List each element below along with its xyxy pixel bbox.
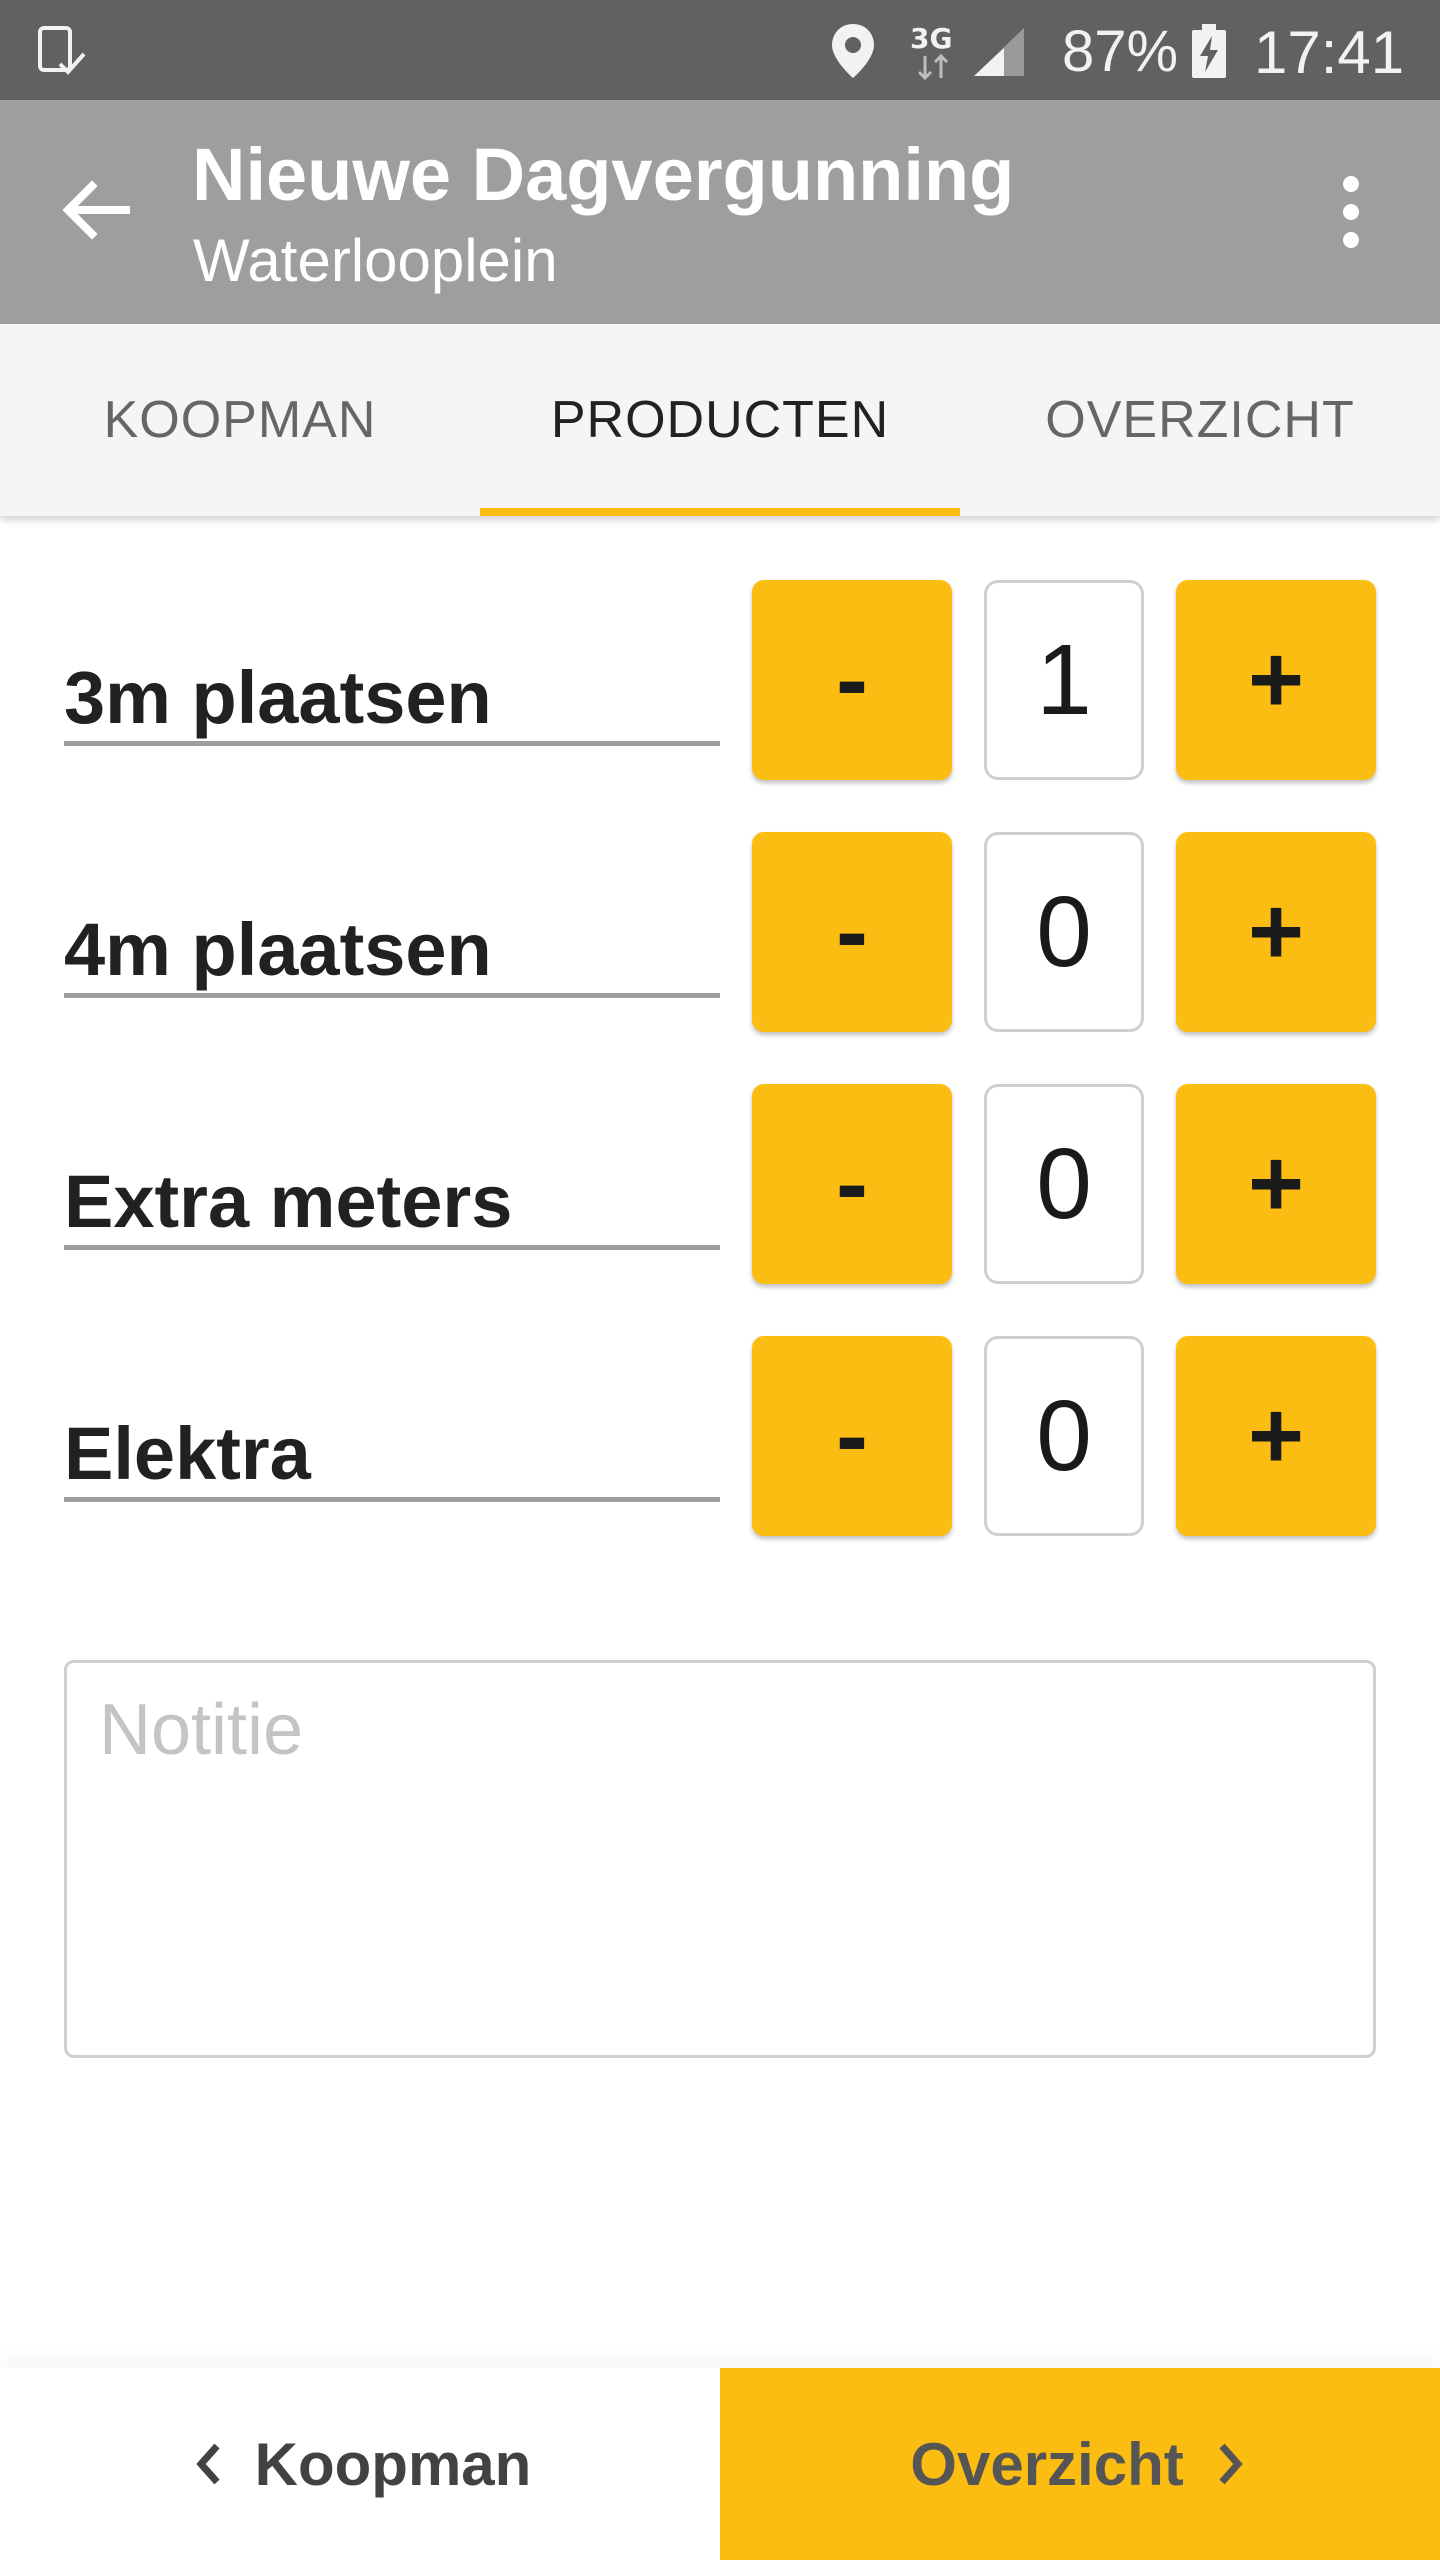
more-vert-icon[interactable]	[1326, 172, 1376, 252]
active-tab-indicator	[480, 508, 960, 516]
increment-button[interactable]: +	[1176, 1336, 1376, 1536]
quantity-field[interactable]: 0	[984, 1336, 1144, 1536]
app-bar: Nieuwe Dagvergunning Waterlooplein	[0, 100, 1440, 324]
status-bar: 3G 87% 17:41	[0, 0, 1440, 100]
increment-button[interactable]: +	[1176, 832, 1376, 1032]
location-icon	[832, 24, 874, 78]
tab-overzicht[interactable]: OVERZICHT	[960, 324, 1440, 516]
signal-icon	[974, 28, 1024, 76]
page-subtitle: Waterlooplein	[193, 227, 558, 294]
tab-koopman[interactable]: KOOPMAN	[0, 324, 480, 516]
screenshot-icon	[38, 26, 86, 75]
decrement-button[interactable]: -	[752, 832, 952, 1032]
product-row-4m-plaatsen: 4m plaatsen - 0 +	[0, 832, 1440, 1032]
quantity-field[interactable]: 0	[984, 1084, 1144, 1284]
bottom-navigation: Koopman Overzicht	[0, 2368, 1440, 2560]
page-title: Nieuwe Dagvergunning	[192, 133, 1015, 216]
clock: 17:41	[1254, 19, 1405, 86]
quantity-field[interactable]: 1	[984, 580, 1144, 780]
chevron-left-icon	[195, 2443, 220, 2485]
note-field[interactable]	[64, 1660, 1376, 2058]
decrement-button[interactable]: -	[752, 1336, 952, 1536]
product-label: Extra meters	[64, 1154, 720, 1250]
next-button-label: Overzicht	[910, 2430, 1184, 2498]
note-input[interactable]	[67, 1663, 1373, 2055]
data-arrows-icon	[917, 54, 949, 80]
product-label: Elektra	[64, 1406, 720, 1502]
next-button[interactable]: Overzicht	[720, 2368, 1440, 2560]
quantity-field[interactable]: 0	[984, 832, 1144, 1032]
battery-percentage: 87%	[1062, 19, 1179, 84]
tab-producten[interactable]: PRODUCTEN	[480, 324, 960, 516]
previous-button[interactable]: Koopman	[0, 2368, 720, 2560]
arrow-left-icon[interactable]	[56, 170, 136, 250]
battery-charging-icon	[1192, 24, 1226, 78]
chevron-right-icon	[1219, 2443, 1243, 2485]
product-row-extra-meters: Extra meters - 0 +	[0, 1084, 1440, 1284]
product-label: 4m plaatsen	[64, 902, 720, 998]
previous-button-label: Koopman	[254, 2430, 532, 2498]
increment-button[interactable]: +	[1176, 580, 1376, 780]
network-type-label: 3G	[910, 22, 953, 55]
increment-button[interactable]: +	[1176, 1084, 1376, 1284]
decrement-button[interactable]: -	[752, 580, 952, 780]
product-row-3m-plaatsen: 3m plaatsen - 1 +	[0, 580, 1440, 780]
product-label: 3m plaatsen	[64, 650, 720, 746]
tab-bar: KOOPMAN PRODUCTEN OVERZICHT	[0, 324, 1440, 516]
decrement-button[interactable]: -	[752, 1084, 952, 1284]
product-row-elektra: Elektra - 0 +	[0, 1336, 1440, 1536]
